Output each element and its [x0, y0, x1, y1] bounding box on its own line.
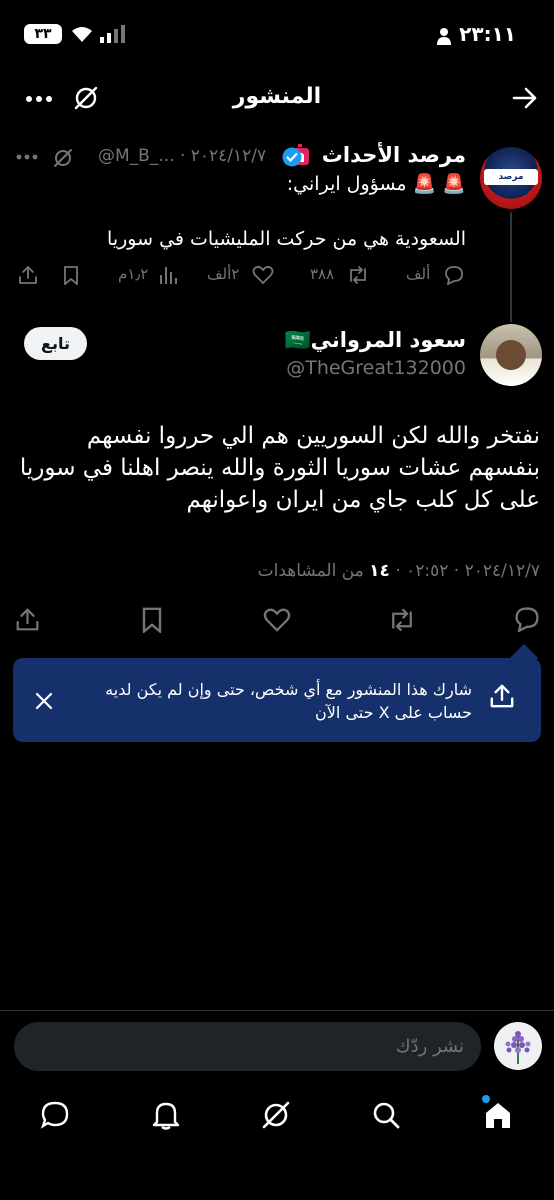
bookmark-icon[interactable] [62, 265, 80, 285]
main-author-name[interactable]: سعود المرواني🇸🇦 [284, 328, 466, 353]
messages-icon[interactable] [40, 1100, 70, 1130]
main-reply-icon[interactable] [514, 606, 540, 632]
follow-button[interactable]: تابع [24, 327, 87, 360]
main-post-views-label: من المشاهدات [257, 561, 370, 581]
home-notification-dot [482, 1095, 490, 1103]
share-icon[interactable] [17, 264, 39, 286]
battery-indicator: ٣٣ [24, 24, 62, 44]
status-time: ٢٣:١١ [459, 22, 516, 46]
share-banner-icon [488, 682, 516, 710]
main-bookmark-icon[interactable] [140, 606, 164, 633]
reply-icon[interactable] [444, 265, 464, 285]
views-icon[interactable] [158, 265, 178, 285]
reply-placeholder[interactable]: نشر ردّك [396, 1036, 464, 1057]
wifi-icon [70, 25, 94, 43]
quoted-author-avatar[interactable]: مرصد الأحداث [480, 147, 542, 209]
more-icon[interactable] [25, 95, 53, 103]
search-icon[interactable] [371, 1100, 401, 1130]
grok-small-icon[interactable] [53, 148, 73, 168]
quoted-author-name[interactable]: مرصد الأحداث [322, 143, 466, 167]
person-icon [436, 27, 452, 45]
main-post-views-count: ١٤ [369, 561, 390, 581]
main-author-handle[interactable]: @TheGreat132000 [286, 357, 466, 379]
repost-icon[interactable] [346, 265, 370, 285]
main-like-icon[interactable] [263, 607, 291, 633]
grok-nav-icon[interactable] [261, 1100, 291, 1130]
thread-line [510, 212, 512, 322]
notifications-icon[interactable] [152, 1100, 180, 1130]
reply-divider [0, 1010, 554, 1011]
main-post-timestamp: ٢٠٢٤/١٢/٧ · ٠٢:٥٢ · [389, 561, 540, 581]
quoted-text-line2: السعودية هي من حركت المليشيات في سوريا [107, 228, 466, 250]
verified-icon [282, 147, 302, 167]
quoted-repost-count: ٣٨٨ [310, 265, 335, 283]
quoted-view-count: ١٫٢م [118, 265, 149, 283]
user-avatar[interactable] [494, 1022, 542, 1070]
main-post-text: نفتخر والله لكن السوريين هم الي حرروا نف… [19, 423, 540, 513]
main-post-meta: ٢٠٢٤/١٢/٧ · ٠٢:٥٢ · ١٤ من المشاهدات [258, 561, 540, 581]
main-repost-icon[interactable] [387, 607, 417, 633]
close-icon[interactable] [35, 692, 53, 710]
share-banner-text: شارك هذا المنشور مع أي شخص، حتى وإن لم ي… [105, 680, 472, 722]
signal-icon [100, 25, 126, 43]
like-icon[interactable] [252, 265, 274, 285]
quoted-text-line1: 🚨 🚨 مسؤول ايراني: [286, 173, 466, 195]
quoted-reply-count: ألف [406, 265, 431, 283]
home-icon[interactable] [483, 1100, 513, 1130]
quoted-meta: @M_B_... · ٢٠٢٤/١٢/٧ [98, 146, 267, 166]
quoted-more-icon[interactable] [16, 154, 38, 160]
grok-icon[interactable] [73, 85, 99, 111]
main-share-icon[interactable] [14, 606, 41, 633]
avatar-logo-text: مرصد الأحداث [484, 169, 538, 198]
quoted-like-count: ٢ألف [207, 265, 240, 283]
main-author-avatar[interactable] [480, 324, 542, 386]
